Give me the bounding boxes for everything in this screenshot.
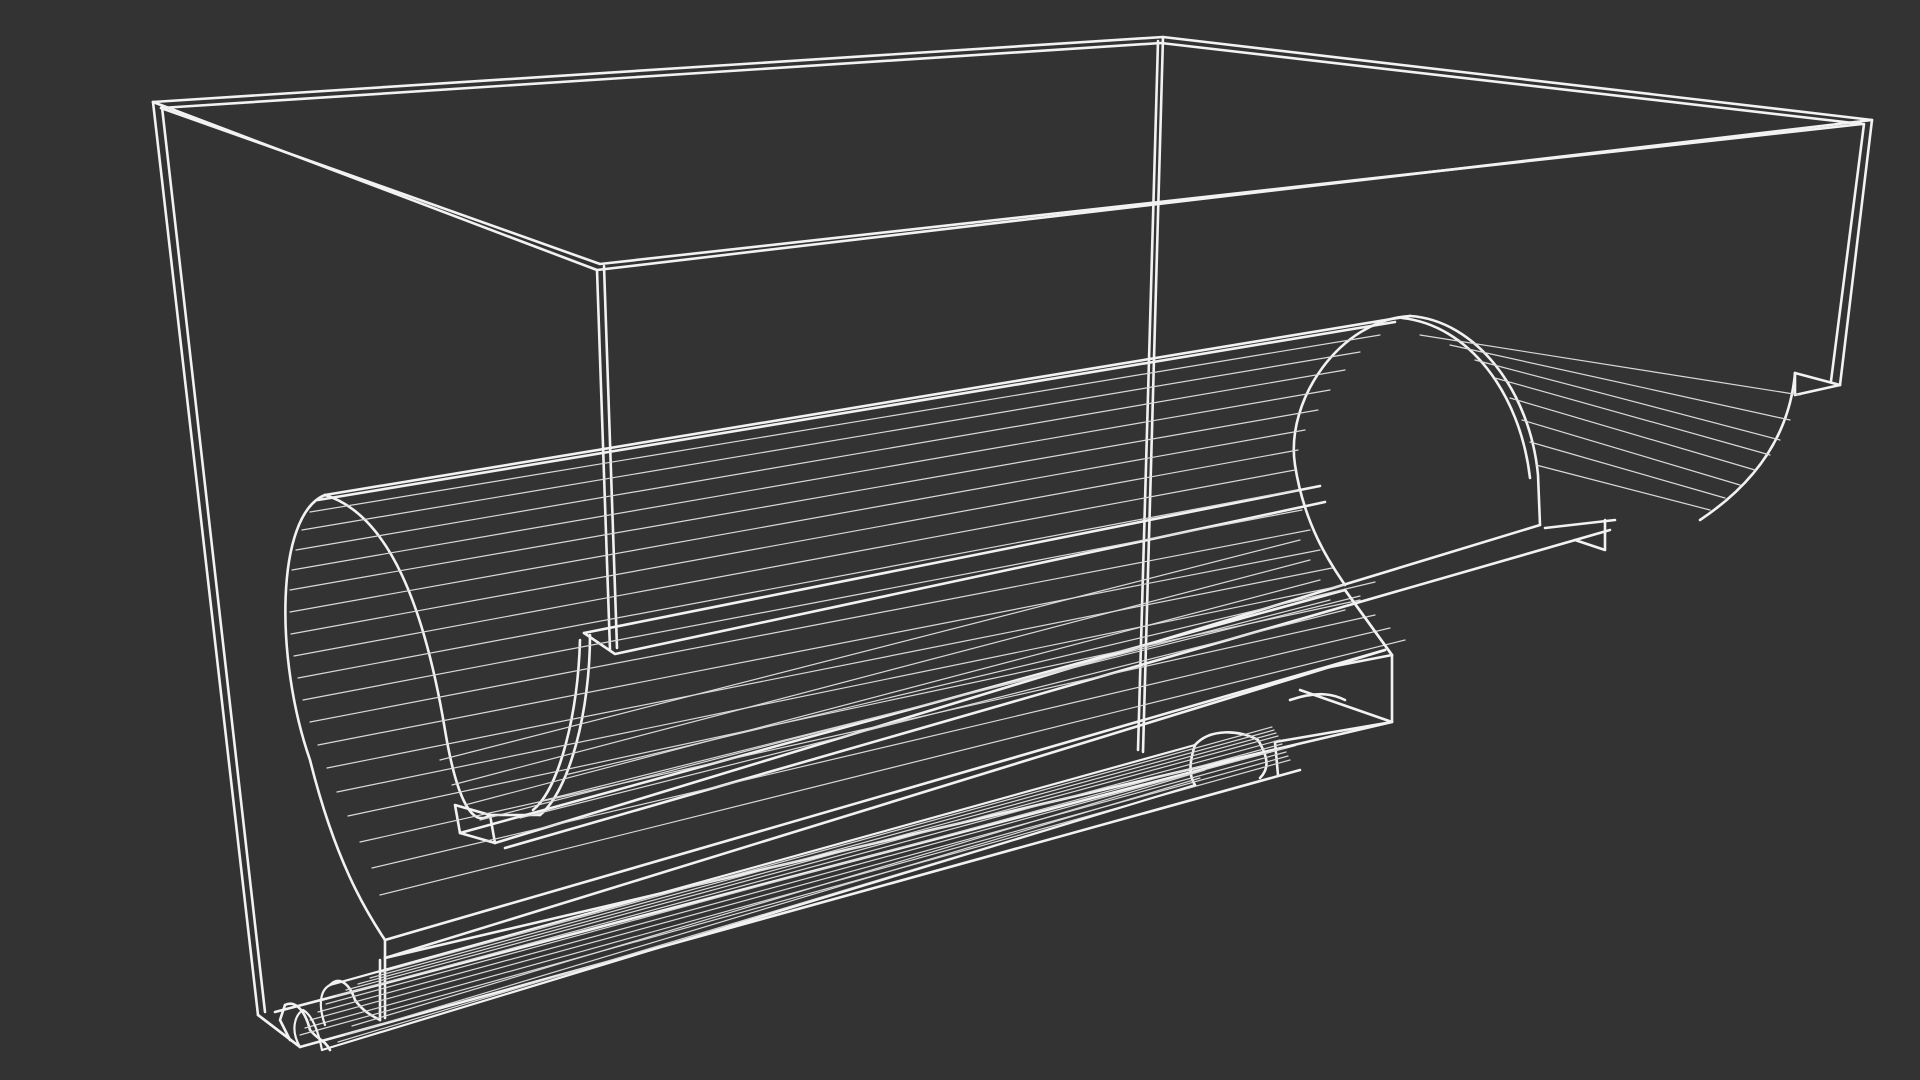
3d-viewport[interactable]	[0, 0, 1920, 1080]
wireframe-canvas[interactable]	[0, 0, 1920, 1080]
viewport-background	[0, 0, 1920, 1080]
